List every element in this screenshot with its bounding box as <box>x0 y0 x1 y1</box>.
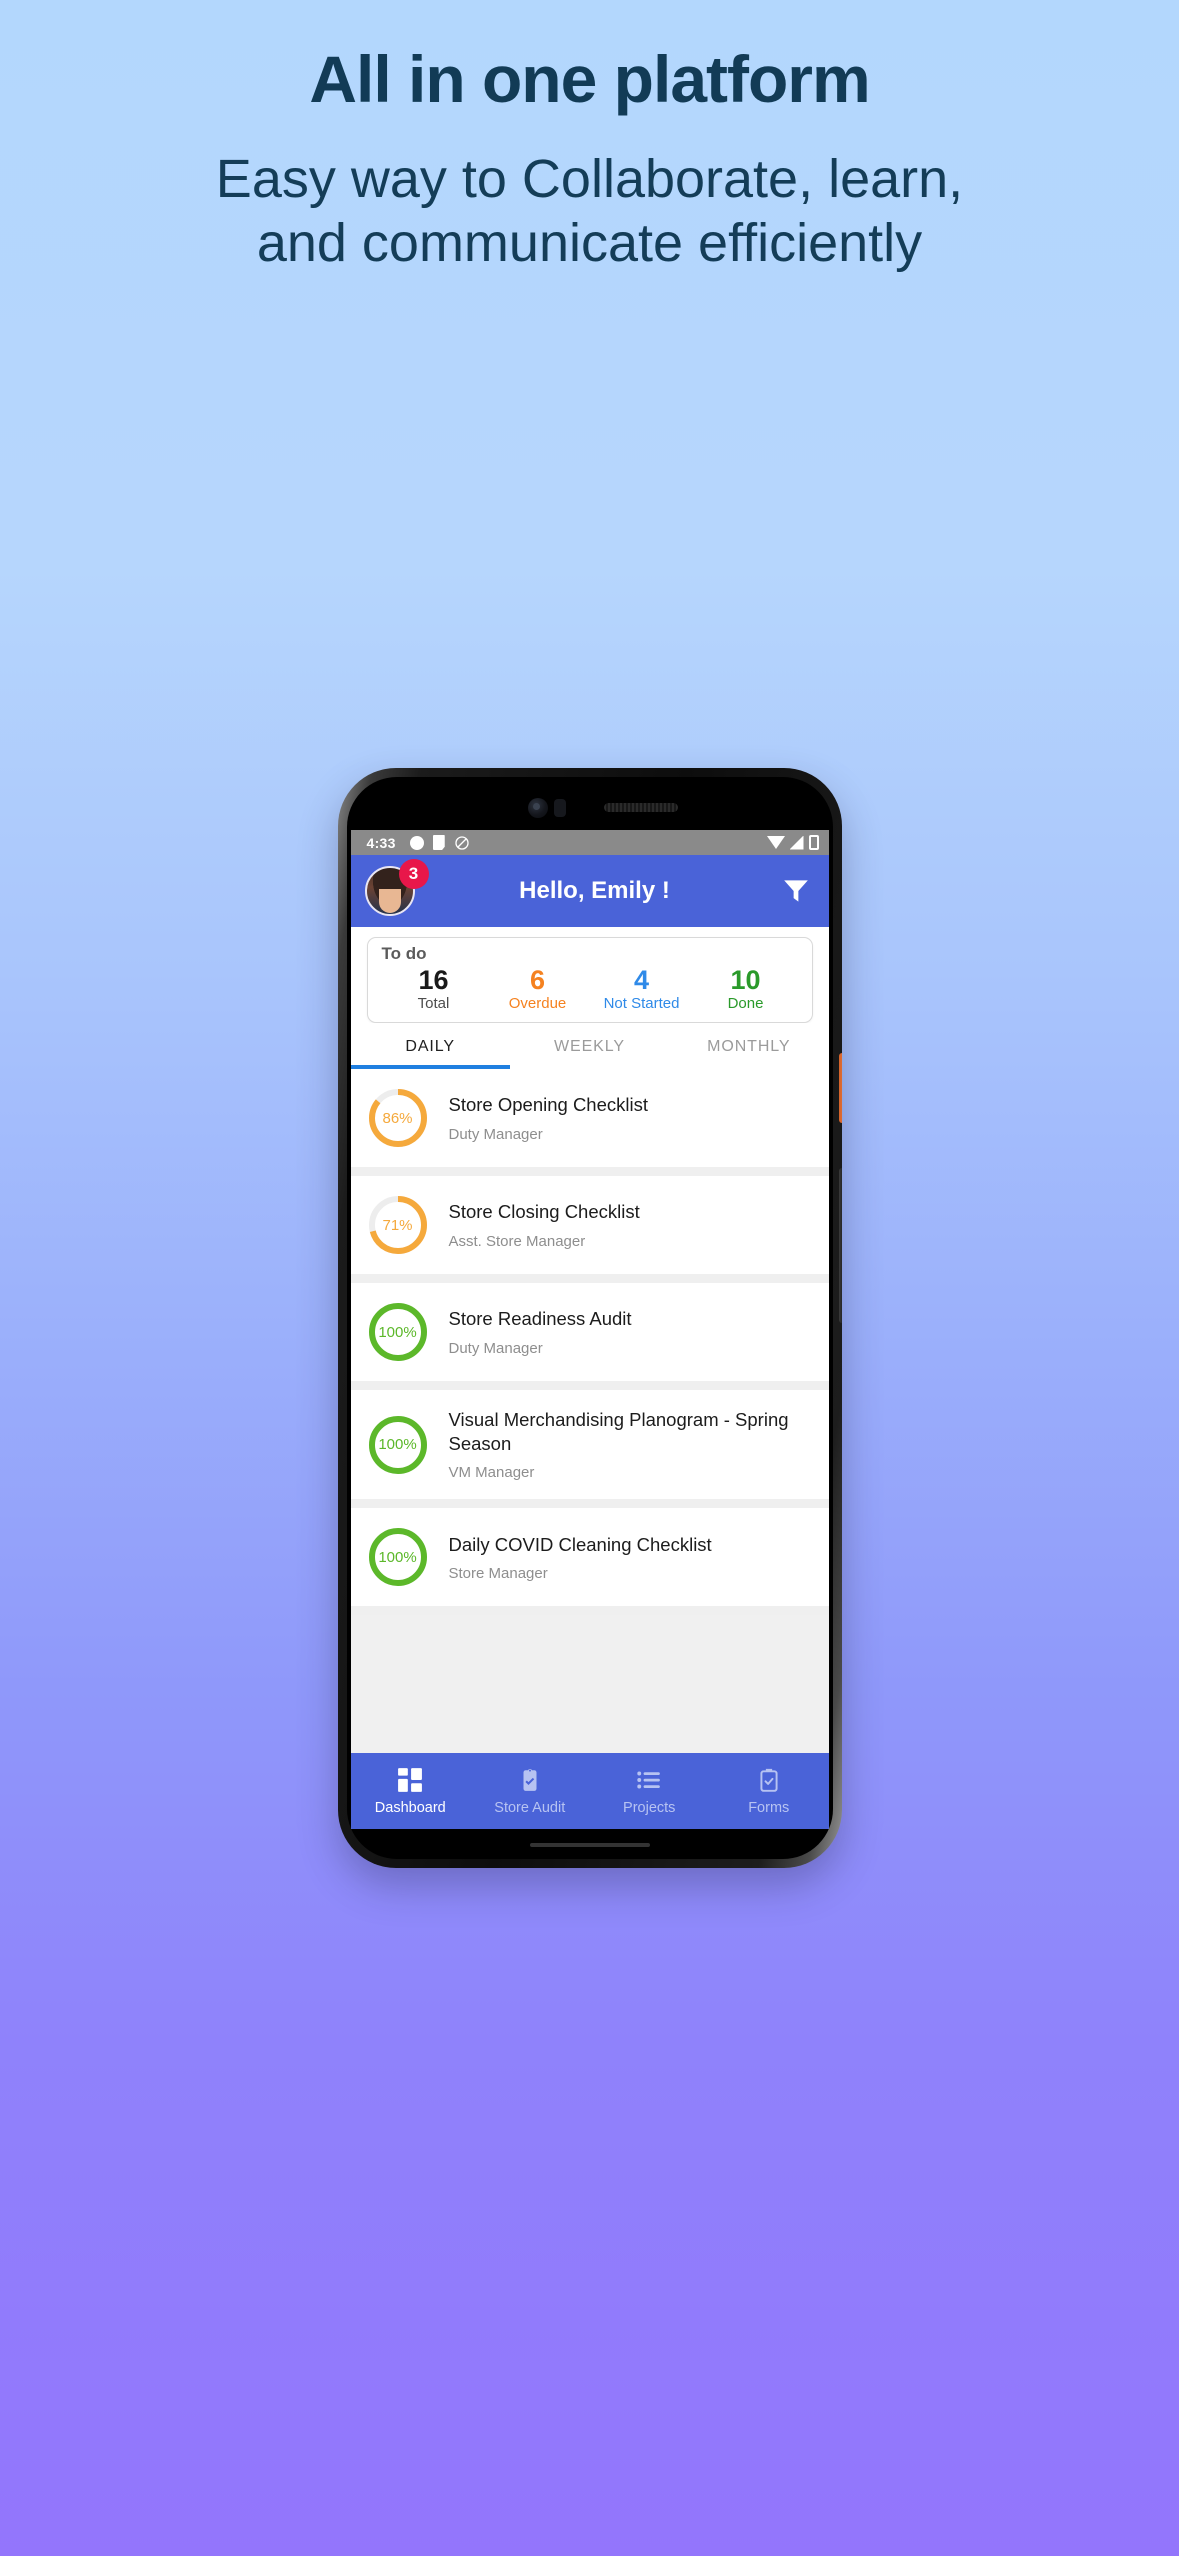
progress-ring: 100% <box>367 1301 429 1363</box>
stat-total-value: 16 <box>418 964 449 995</box>
list-item-text: Store Readiness Audit Duty Manager <box>449 1307 632 1357</box>
progress-ring: 100% <box>367 1414 429 1476</box>
checklist-title: Store Opening Checklist <box>448 1094 649 1116</box>
stat-done-caption: Done <box>727 994 764 1012</box>
checklist-role: Duty Manager <box>448 1125 543 1143</box>
notification-badge[interactable]: 3 <box>398 859 429 889</box>
phone-frame: 4:33 3 Hello, Emily ! To do 16 Total 6 O… <box>337 768 842 1868</box>
list-item-text: Store Opening Checklist Duty Manager <box>449 1093 649 1143</box>
stat-total[interactable]: 16 Total <box>382 964 486 1012</box>
dot-icon <box>409 835 424 850</box>
status-bar-left-icons <box>409 835 470 851</box>
checklist-role: VM Manager <box>448 1464 535 1482</box>
forms-icon <box>756 1767 782 1793</box>
stat-not-started[interactable]: 4 Not Started <box>590 964 694 1012</box>
tab-active-indicator <box>350 1065 510 1070</box>
stat-not-started-value: 4 <box>633 964 650 995</box>
stat-overdue-value: 6 <box>529 964 546 995</box>
list-item[interactable]: 86% Store Opening Checklist Duty Manager <box>350 1069 829 1177</box>
progress-ring: 86% <box>367 1087 429 1149</box>
progress-percent: 86% <box>382 1109 413 1127</box>
stat-not-started-caption: Not Started <box>603 994 680 1012</box>
nav-label-forms: Forms <box>748 1799 790 1816</box>
checklist-role: Asst. Store Manager <box>448 1232 586 1250</box>
silent-mode-icon <box>454 835 470 851</box>
checklist-role: Store Manager <box>448 1565 548 1583</box>
status-bar-time: 4:33 <box>366 834 396 851</box>
nav-item-projects[interactable]: Projects <box>590 1767 710 1816</box>
phone-bezel: 4:33 3 Hello, Emily ! To do 16 Total 6 O… <box>346 777 833 1859</box>
front-camera-icon <box>527 798 548 818</box>
checklist-role: Duty Manager <box>448 1339 543 1357</box>
status-bar-right-icons <box>766 835 819 850</box>
todo-card-label: To do <box>381 944 427 963</box>
todo-summary-card: To do 16 Total 6 Overdue 4 Not Started 1… <box>366 937 813 1024</box>
earpiece-speaker <box>603 803 678 812</box>
status-bar: 4:33 <box>350 830 829 855</box>
list-item[interactable]: 100% Store Readiness Audit Duty Manager <box>350 1283 829 1391</box>
stat-overdue[interactable]: 6 Overdue <box>486 964 590 1012</box>
nav-label-projects: Projects <box>623 1799 676 1816</box>
checklist-list[interactable]: 86% Store Opening Checklist Duty Manager 71… <box>350 1069 829 1753</box>
progress-percent: 71% <box>382 1216 413 1234</box>
nav-label-dashboard: Dashboard <box>374 1799 446 1816</box>
period-tabs: DAILY WEEKLY MONTHLY <box>350 1023 829 1070</box>
power-button[interactable] <box>838 1053 842 1123</box>
list-item[interactable]: 71% Store Closing Checklist Asst. Store Ma… <box>350 1176 829 1284</box>
battery-icon <box>808 835 819 850</box>
page-headline: All in one platform <box>309 42 870 116</box>
note-icon <box>432 835 445 850</box>
wifi-icon <box>766 836 785 849</box>
nav-item-forms[interactable]: Forms <box>709 1767 829 1816</box>
clipboard-check-icon <box>517 1767 543 1793</box>
dashboard-icon <box>397 1767 423 1793</box>
tab-daily[interactable]: DAILY <box>351 1023 510 1069</box>
stat-total-caption: Total <box>417 994 450 1012</box>
todo-card-area: To do 16 Total 6 Overdue 4 Not Started 1… <box>350 927 829 1024</box>
filter-icon[interactable] <box>781 878 811 904</box>
checklist-title: Visual Merchandising Planogram - Spring … <box>448 1409 789 1454</box>
tab-weekly[interactable]: WEEKLY <box>510 1023 669 1069</box>
stat-done[interactable]: 10 Done <box>694 964 798 1012</box>
progress-percent: 100% <box>378 1548 417 1566</box>
avatar[interactable]: 3 <box>364 859 429 916</box>
home-indicator <box>529 1843 650 1847</box>
list-item-text: Daily COVID Cleaning Checklist Store Mana… <box>449 1533 712 1583</box>
proximity-sensor-icon <box>553 799 566 817</box>
app-screen: 4:33 3 Hello, Emily ! To do 16 Total 6 O… <box>350 830 829 1829</box>
nav-item-dashboard[interactable]: Dashboard <box>351 1767 471 1816</box>
list-item[interactable]: 100% Visual Merchandising Planogram - Spr… <box>350 1390 829 1509</box>
list-item[interactable]: 100% Daily COVID Cleaning Checklist Store … <box>350 1508 829 1616</box>
progress-percent: 100% <box>378 1436 417 1454</box>
list-item-text: Store Closing Checklist Asst. Store Manag… <box>449 1200 640 1250</box>
nav-item-store-audit[interactable]: Store Audit <box>470 1767 590 1816</box>
checklist-title: Store Closing Checklist <box>448 1201 640 1223</box>
bottom-navigation: Dashboard Store Audit Projects Forms <box>350 1753 829 1829</box>
page-subheadline: Easy way to Collaborate, learn, and comm… <box>215 149 964 273</box>
phone-mockup: 4:33 3 Hello, Emily ! To do 16 Total 6 O… <box>337 768 842 1868</box>
volume-button[interactable] <box>838 1168 842 1323</box>
progress-ring: 71% <box>367 1194 429 1256</box>
tab-monthly[interactable]: MONTHLY <box>669 1023 828 1069</box>
page-title: Hello, Emily ! <box>519 877 670 904</box>
list-icon <box>636 1767 662 1793</box>
stat-overdue-caption: Overdue <box>508 994 567 1012</box>
signal-icon <box>789 835 804 850</box>
todo-stats-row: 16 Total 6 Overdue 4 Not Started 10 Done <box>382 964 798 1012</box>
progress-ring: 100% <box>367 1526 429 1588</box>
nav-label-store-audit: Store Audit <box>494 1799 566 1816</box>
stat-done-value: 10 <box>730 964 761 995</box>
app-header: 3 Hello, Emily ! <box>350 855 829 927</box>
checklist-title: Store Readiness Audit <box>448 1308 632 1330</box>
list-item-text: Visual Merchandising Planogram - Spring … <box>449 1408 813 1481</box>
progress-percent: 100% <box>378 1323 417 1341</box>
checklist-title: Daily COVID Cleaning Checklist <box>448 1533 712 1555</box>
